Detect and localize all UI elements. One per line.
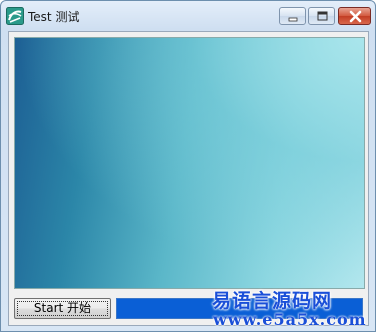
maximize-icon xyxy=(317,11,328,21)
maximize-button[interactable] xyxy=(308,7,335,25)
client-area: Start 开始 xyxy=(8,31,369,326)
close-button[interactable] xyxy=(338,7,371,25)
watermark-name: 易语言源码网 xyxy=(212,290,333,312)
app-logo-icon xyxy=(6,7,24,25)
title-bar[interactable]: Test 测试 xyxy=(1,1,375,31)
picture-box xyxy=(14,37,365,289)
watermark-url: www.e5a5x.com xyxy=(213,310,367,329)
close-icon xyxy=(349,10,362,23)
minimize-button[interactable] xyxy=(279,7,306,25)
window-title: Test 测试 xyxy=(28,10,80,24)
start-button[interactable]: Start 开始 xyxy=(14,298,111,319)
minimize-icon xyxy=(288,17,298,22)
app-window: Test 测试 Start 开始 xyxy=(0,0,376,332)
